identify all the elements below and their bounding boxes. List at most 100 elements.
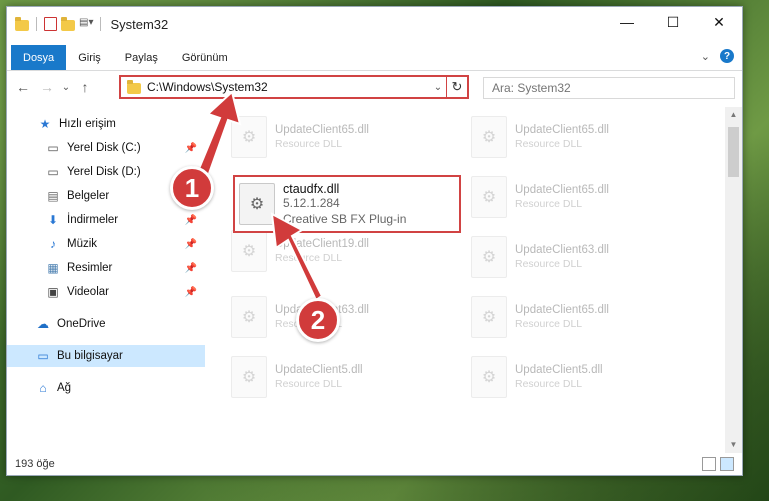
file-name: UpdateClient19.dll (275, 238, 369, 250)
tab-giris[interactable]: Giriş (66, 45, 113, 70)
tab-dosya[interactable]: Dosya (11, 45, 67, 70)
computer-icon: ▭ (37, 349, 49, 363)
sidebar-item-label: Bu bilgisayar (57, 350, 123, 362)
sidebar-item-network[interactable]: ⌂ Ağ (7, 377, 205, 399)
file-item[interactable]: ⚙ UpdateClient63.dllResource DLL (231, 293, 451, 341)
address-dropdown-icon[interactable]: ⌄ (430, 82, 446, 93)
network-icon: ⌂ (39, 381, 47, 395)
sidebar-item-videos[interactable]: ▣ Videolar 📌 (7, 281, 205, 303)
help-icon[interactable]: ? (720, 49, 734, 63)
sidebar-item-label: Hızlı erişim (59, 118, 116, 130)
pin-icon: 📌 (184, 214, 197, 226)
file-item-ctaudfx[interactable]: ⚙ ctaudfx.dll 5.12.1.284 Creative SB FX … (233, 175, 461, 233)
file-description: Resource DLL (515, 198, 583, 210)
pin-icon: 📌 (184, 286, 197, 298)
sidebar-item-label: Belgeler (67, 190, 110, 202)
file-name: UpdateClient65.dll (515, 304, 609, 316)
sidebar-item-label: Videolar (67, 286, 109, 298)
documents-icon: ▤ (47, 189, 59, 203)
vertical-scrollbar[interactable]: ▲ ▼ (725, 107, 742, 453)
item-count: 193 öğe (15, 458, 55, 470)
sidebar-item-pictures[interactable]: ▦ Resimler 📌 (7, 257, 205, 279)
dll-file-icon: ⚙ (471, 356, 507, 398)
minimize-button[interactable]: — (604, 7, 650, 37)
file-item[interactable]: ⚙ UpdateClient5.dll Resource DLL (231, 353, 451, 401)
address-bar[interactable]: C:\Windows\System32 ⌄ ↻ (119, 75, 469, 99)
dll-file-icon: ⚙ (231, 230, 267, 272)
file-item[interactable]: ⚙ UpdateClient5.dll Resource DLL (471, 353, 691, 401)
file-description: Resource DLL (275, 138, 343, 150)
file-description: Creative SB FX Plug-in (283, 212, 407, 226)
address-path[interactable]: C:\Windows\System32 (147, 80, 430, 94)
divider (100, 17, 102, 31)
scroll-up-icon[interactable]: ▲ (725, 107, 742, 123)
file-item[interactable]: ⚙ UpdateClient63.dll Resource DLL (471, 233, 691, 281)
search-box[interactable] (483, 77, 735, 99)
up-button[interactable]: ↑ (73, 79, 97, 95)
sidebar-item-downloads[interactable]: ⬇ İndirmeler 📌 (7, 209, 205, 231)
file-name: UpdateClient63.dll (515, 244, 609, 256)
file-description: Resource DLL (515, 378, 583, 390)
large-icons-view-icon[interactable] (720, 457, 734, 471)
sidebar-item-label: Resimler (67, 262, 113, 274)
window-controls: — ☐ ✕ (604, 7, 742, 37)
window-title: System32 (110, 16, 169, 32)
dll-file-icon: ⚙ (239, 183, 275, 225)
sidebar-item-label: OneDrive (57, 318, 106, 330)
quick-access-toolbar: ▤▾ (7, 16, 104, 31)
pin-icon: 📌 (184, 238, 197, 250)
file-item[interactable]: ⚙ UpdateClient19.dll Resource DLL (231, 227, 451, 275)
file-name: ctaudfx.dll (283, 182, 340, 196)
scroll-down-icon[interactable]: ▼ (725, 437, 742, 453)
file-item[interactable]: ⚙ UpdateClient65.dll Resource DLL (231, 113, 451, 161)
file-description: Resource DLL (515, 138, 583, 150)
drive-icon: ▭ (47, 141, 59, 155)
refresh-button[interactable]: ↻ (446, 77, 467, 97)
sidebar-item-label: Yerel Disk (D:) (67, 166, 141, 178)
expand-ribbon-icon[interactable]: ⌄ (701, 50, 710, 63)
sidebar-item-label: İndirmeler (67, 214, 119, 226)
pictures-icon: ▦ (47, 261, 59, 275)
file-name: UpdateClient65.dll (515, 124, 609, 136)
dll-file-icon: ⚙ (471, 236, 507, 278)
file-item[interactable]: ⚙ UpdateClient65.dll Resource DLL (471, 113, 691, 161)
folder-icon (127, 79, 141, 94)
file-version: 5.12.1.284 (283, 196, 340, 210)
step-2-badge: 2 (296, 298, 340, 342)
file-name: UpdateClient5.dll (515, 364, 603, 376)
search-input[interactable] (484, 80, 734, 96)
dll-file-icon: ⚙ (471, 116, 507, 158)
details-view-icon[interactable] (702, 457, 716, 471)
file-description: Resource DLL (515, 258, 583, 270)
tab-gorunum[interactable]: Görünüm (170, 45, 240, 70)
star-icon: ★ (39, 117, 51, 131)
file-name: UpdateClient5.dll (275, 364, 363, 376)
sidebar-item-local-disk-c[interactable]: ▭ Yerel Disk (C:) 📌 (7, 137, 205, 159)
sidebar-item-label: Müzik (67, 238, 98, 250)
dll-file-icon: ⚙ (471, 176, 507, 218)
new-folder-icon[interactable] (61, 16, 75, 31)
forward-button[interactable]: → (35, 79, 59, 95)
properties-icon[interactable] (44, 17, 57, 31)
status-bar: 193 öğe (7, 453, 742, 475)
scrollbar-thumb[interactable] (728, 127, 739, 177)
file-item[interactable]: ⚙ UpdateClient65.dll Resource DLL (471, 293, 691, 341)
drive-icon: ▭ (47, 165, 59, 179)
sidebar-item-quick-access[interactable]: ★ Hızlı erişim (7, 113, 205, 135)
customize-toolbar-icon[interactable]: ▤▾ (79, 17, 93, 31)
file-item[interactable]: ⚙ UpdateClient65.dll Resource DLL (471, 173, 691, 221)
dll-file-icon: ⚙ (231, 116, 267, 158)
close-button[interactable]: ✕ (696, 7, 742, 37)
tab-paylas[interactable]: Paylaş (113, 45, 170, 70)
maximize-button[interactable]: ☐ (650, 7, 696, 37)
pin-icon: 📌 (184, 262, 197, 274)
back-button[interactable]: ← (11, 79, 35, 95)
dll-file-icon: ⚙ (471, 296, 507, 338)
navigation-pane: ★ Hızlı erişim ▭ Yerel Disk (C:) 📌 ▭ Yer… (7, 107, 205, 453)
sidebar-item-label: Yerel Disk (C:) (67, 142, 141, 154)
sidebar-item-this-pc[interactable]: ▭ Bu bilgisayar (7, 345, 205, 367)
recent-locations-button[interactable]: ⌄ (59, 82, 73, 93)
title-bar: ▤▾ System32 — ☐ ✕ (7, 7, 742, 41)
sidebar-item-music[interactable]: ♪ Müzik 📌 (7, 233, 205, 255)
sidebar-item-onedrive[interactable]: ☁ OneDrive (7, 313, 205, 335)
